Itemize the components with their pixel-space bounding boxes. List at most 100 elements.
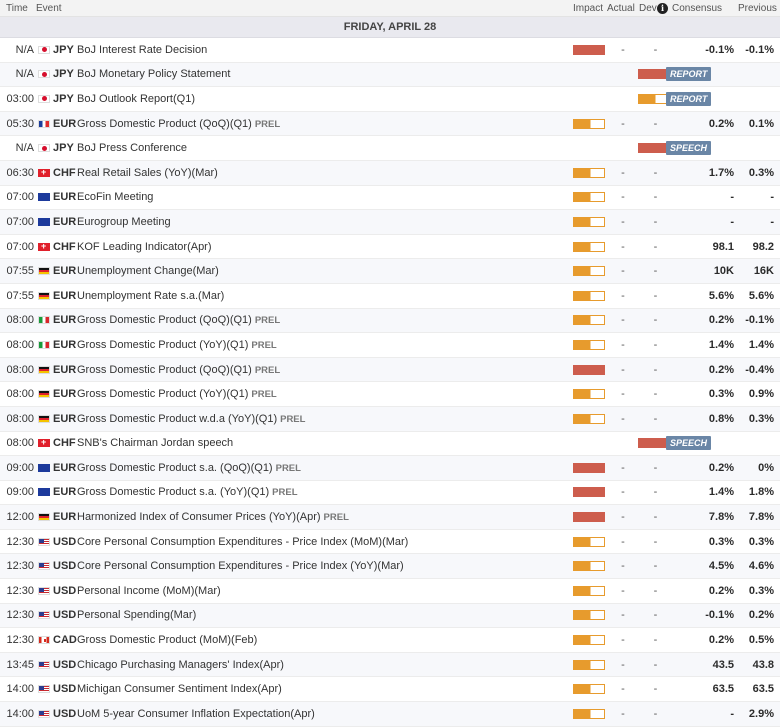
table-row[interactable]: 08:00 CHF SNB's Chairman Jordan speech S… (0, 432, 780, 457)
event-title[interactable]: Gross Domestic Product (YoY)(Q1) (77, 339, 248, 351)
event-name[interactable]: Real Retail Sales (YoY)(Mar) (77, 167, 573, 179)
event-title[interactable]: Core Personal Consumption Expenditures -… (77, 560, 404, 572)
event-name[interactable]: EcoFin Meeting (77, 191, 573, 203)
event-name[interactable]: Gross Domestic Product (MoM)(Feb) (77, 634, 573, 646)
table-row[interactable]: 08:00 EUR Gross Domestic Product (QoQ)(Q… (0, 357, 780, 383)
event-name[interactable]: Chicago Purchasing Managers' Index(Apr) (77, 659, 573, 671)
table-row[interactable]: 14:00 USD UoM 5-year Consumer Inflation … (0, 702, 780, 727)
event-title[interactable]: KOF Leading Indicator(Apr) (77, 241, 212, 253)
event-name[interactable]: Gross Domestic Product s.a. (QoQ)(Q1) PRE… (77, 462, 573, 474)
event-title[interactable]: Eurogroup Meeting (77, 216, 171, 228)
table-row[interactable]: N/A JPY BoJ Monetary Policy Statement RE… (0, 62, 780, 88)
event-name[interactable]: SNB's Chairman Jordan speech (77, 437, 638, 449)
event-name[interactable]: Michigan Consumer Sentiment Index(Apr) (77, 683, 573, 695)
event-name[interactable]: Gross Domestic Product s.a. (YoY)(Q1) PRE… (77, 486, 573, 498)
event-type-badge[interactable]: SPEECH (666, 141, 712, 156)
header-dev[interactable]: Dev (639, 3, 657, 14)
header-previous[interactable]: Previous (738, 3, 780, 14)
event-title[interactable]: EcoFin Meeting (77, 191, 153, 203)
table-row[interactable]: 12:30 USD Personal Income (MoM)(Mar) - -… (0, 579, 780, 604)
event-title[interactable]: Chicago Purchasing Managers' Index(Apr) (77, 659, 284, 671)
table-row[interactable]: 12:30 USD Core Personal Consumption Expe… (0, 554, 780, 580)
header-info[interactable]: i (657, 2, 672, 14)
table-row[interactable]: 12:30 USD Personal Spending(Mar) - - -0.… (0, 603, 780, 629)
event-title[interactable]: Gross Domestic Product w.d.a (YoY)(Q1) (77, 413, 277, 425)
table-row[interactable]: N/A JPY BoJ Interest Rate Decision - - -… (0, 38, 780, 63)
table-row[interactable]: 07:00 EUR Eurogroup Meeting - - - - (0, 210, 780, 235)
info-icon[interactable]: i (657, 2, 668, 14)
event-title[interactable]: Gross Domestic Product (QoQ)(Q1) (77, 314, 252, 326)
event-name[interactable]: Harmonized Index of Consumer Prices (YoY… (77, 511, 573, 523)
header-time[interactable]: Time (0, 3, 36, 14)
header-consensus[interactable]: Consensus (672, 3, 738, 14)
event-name[interactable]: Eurogroup Meeting (77, 216, 573, 228)
table-row[interactable]: 12:30 CAD Gross Domestic Product (MoM)(F… (0, 628, 780, 653)
event-title[interactable]: Gross Domestic Product (QoQ)(Q1) (77, 118, 252, 130)
event-title[interactable]: Harmonized Index of Consumer Prices (YoY… (77, 511, 321, 523)
event-title[interactable]: Gross Domestic Product (QoQ)(Q1) (77, 364, 252, 376)
event-title[interactable]: Gross Domestic Product (YoY)(Q1) (77, 388, 248, 400)
event-title[interactable]: Unemployment Rate s.a.(Mar) (77, 290, 224, 302)
table-row[interactable]: 09:00 EUR Gross Domestic Product s.a. (Y… (0, 481, 780, 506)
event-title[interactable]: Gross Domestic Product (MoM)(Feb) (77, 634, 257, 646)
table-row[interactable]: 08:00 EUR Gross Domestic Product (YoY)(Q… (0, 333, 780, 358)
table-row[interactable]: 14:00 USD Michigan Consumer Sentiment In… (0, 677, 780, 703)
event-name[interactable]: BoJ Interest Rate Decision (77, 44, 573, 56)
deviation-value: - (653, 388, 658, 401)
event-title[interactable]: Gross Domestic Product s.a. (QoQ)(Q1) (77, 462, 273, 474)
event-title[interactable]: BoJ Outlook Report(Q1) (77, 93, 195, 105)
event-name[interactable]: UoM 5-year Consumer Inflation Expectatio… (77, 708, 573, 720)
event-type-badge[interactable]: REPORT (666, 91, 712, 106)
event-title[interactable]: Core Personal Consumption Expenditures -… (77, 536, 408, 548)
event-type-badge[interactable]: REPORT (666, 67, 712, 82)
event-title[interactable]: BoJ Press Conference (77, 142, 187, 154)
table-row[interactable]: 08:00 EUR Gross Domestic Product (QoQ)(Q… (0, 308, 780, 334)
impact-bar (573, 315, 605, 326)
event-name[interactable]: Unemployment Rate s.a.(Mar) (77, 290, 573, 302)
table-row[interactable]: 07:00 EUR EcoFin Meeting - - - - (0, 186, 780, 211)
event-name[interactable]: KOF Leading Indicator(Apr) (77, 241, 573, 253)
table-row[interactable]: 13:45 USD Chicago Purchasing Managers' I… (0, 652, 780, 678)
event-name[interactable]: Gross Domestic Product (YoY)(Q1) PREL (77, 388, 573, 400)
event-title[interactable]: UoM 5-year Consumer Inflation Expectatio… (77, 708, 315, 720)
event-title[interactable]: Personal Spending(Mar) (77, 609, 196, 621)
event-name[interactable]: Gross Domestic Product (QoQ)(Q1) PREL (77, 364, 573, 376)
event-name[interactable]: BoJ Outlook Report(Q1) (77, 93, 638, 105)
table-row[interactable]: 07:55 EUR Unemployment Rate s.a.(Mar) - … (0, 284, 780, 309)
header-event[interactable]: Event (36, 3, 573, 14)
table-row[interactable]: N/A JPY BoJ Press Conference SPEECH (0, 136, 780, 161)
header-impact[interactable]: Impact (573, 3, 607, 14)
event-name[interactable]: BoJ Press Conference (77, 142, 638, 154)
event-name[interactable]: Core Personal Consumption Expenditures -… (77, 536, 573, 548)
event-title[interactable]: Real Retail Sales (YoY)(Mar) (77, 167, 218, 179)
table-row[interactable]: 05:30 EUR Gross Domestic Product (QoQ)(Q… (0, 111, 780, 137)
event-title[interactable]: BoJ Monetary Policy Statement (77, 68, 230, 80)
event-title[interactable]: Unemployment Change(Mar) (77, 265, 219, 277)
table-row[interactable]: 03:00 JPY BoJ Outlook Report(Q1) REPORT (0, 87, 780, 112)
event-title[interactable]: Michigan Consumer Sentiment Index(Apr) (77, 683, 282, 695)
event-name[interactable]: Gross Domestic Product (YoY)(Q1) PREL (77, 339, 573, 351)
event-name[interactable]: Gross Domestic Product (QoQ)(Q1) PREL (77, 118, 573, 130)
event-name[interactable]: Gross Domestic Product (QoQ)(Q1) PREL (77, 314, 573, 326)
table-row[interactable]: 09:00 EUR Gross Domestic Product s.a. (Q… (0, 456, 780, 481)
previous-value: 1.4% (748, 338, 774, 351)
table-row[interactable]: 08:00 EUR Gross Domestic Product w.d.a (… (0, 406, 780, 432)
table-row[interactable]: 12:00 EUR Harmonized Index of Consumer P… (0, 505, 780, 530)
event-title[interactable]: Gross Domestic Product s.a. (YoY)(Q1) (77, 486, 269, 498)
table-row[interactable]: 12:30 USD Core Personal Consumption Expe… (0, 530, 780, 555)
event-title[interactable]: BoJ Interest Rate Decision (77, 44, 207, 56)
event-name[interactable]: BoJ Monetary Policy Statement (77, 68, 638, 80)
event-type-badge[interactable]: SPEECH (666, 436, 712, 451)
event-name[interactable]: Gross Domestic Product w.d.a (YoY)(Q1) PR… (77, 413, 573, 425)
event-name[interactable]: Unemployment Change(Mar) (77, 265, 573, 277)
event-name[interactable]: Core Personal Consumption Expenditures -… (77, 560, 573, 572)
table-row[interactable]: 07:00 CHF KOF Leading Indicator(Apr) - -… (0, 235, 780, 260)
event-title[interactable]: SNB's Chairman Jordan speech (77, 437, 233, 449)
event-name[interactable]: Personal Spending(Mar) (77, 609, 573, 621)
table-row[interactable]: 07:55 EUR Unemployment Change(Mar) - - 1… (0, 259, 780, 284)
event-title[interactable]: Personal Income (MoM)(Mar) (77, 585, 221, 597)
table-row[interactable]: 06:30 CHF Real Retail Sales (YoY)(Mar) -… (0, 160, 780, 186)
table-row[interactable]: 08:00 EUR Gross Domestic Product (YoY)(Q… (0, 382, 780, 407)
header-actual[interactable]: Actual (607, 3, 639, 14)
event-name[interactable]: Personal Income (MoM)(Mar) (77, 585, 573, 597)
